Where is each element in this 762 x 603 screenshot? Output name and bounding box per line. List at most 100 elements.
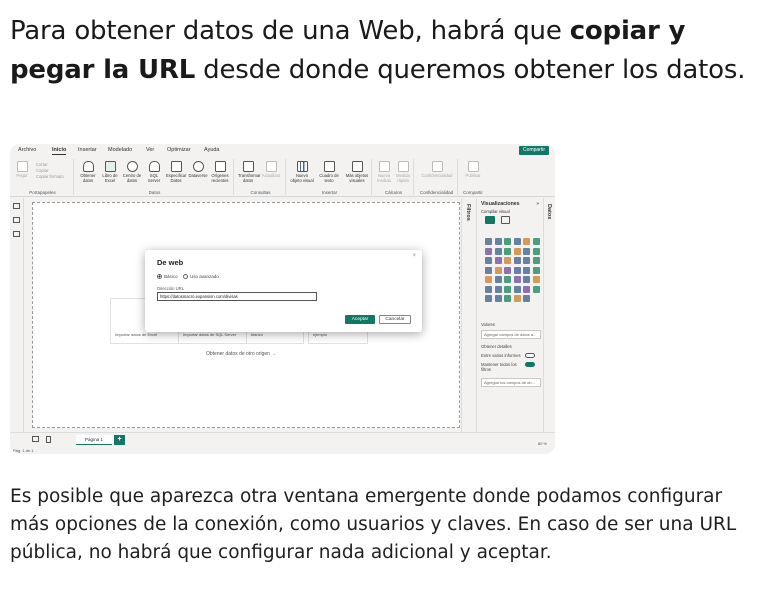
sql-server-icon [148, 161, 160, 172]
chart-icon [296, 161, 308, 172]
ribbon-group-data: Obtener datos Libro de Excel Centro de d… [76, 159, 234, 195]
transform-data-button[interactable]: Transformar datos [238, 161, 261, 183]
dataverse-button[interactable]: Dataverse [188, 161, 208, 178]
build-visual-label: Compilar visual [481, 209, 510, 214]
cross-report-label: Entre varios informes [481, 353, 521, 358]
menu-ayuda[interactable]: Ayuda [204, 147, 220, 153]
ribbon-group-sensitivity: Confidencialidad Confidencialidad [416, 159, 458, 195]
radio-basic[interactable]: Básico [157, 274, 178, 280]
page-heading: Para obtener datos de una Web, habrá que… [10, 12, 755, 90]
quick-measure-button[interactable]: Medida rápida [394, 161, 412, 183]
ribbon-group-queries: Transformar datos Actualizar Consultas [236, 159, 286, 195]
get-data-button[interactable]: Obtener datos [78, 161, 98, 183]
data-label: Datos [546, 204, 552, 220]
filters-pane[interactable]: Filtros [461, 198, 475, 432]
build-visual-icon[interactable] [485, 216, 495, 224]
url-label: Dirección URL [157, 286, 184, 291]
ribbon: Pegar Cortar Copiar Copiar formato Porta… [10, 157, 555, 197]
shield-icon [431, 161, 443, 172]
get-data-other-source-link[interactable]: Obtener datos de otro origen → [206, 351, 276, 357]
data-hub-button[interactable]: Centro de datos [122, 161, 142, 183]
more-visuals-button[interactable]: Más objetos visuales [344, 161, 370, 183]
radio-empty-icon [183, 274, 188, 280]
menu-optimizar[interactable]: Optimizar [167, 147, 191, 153]
radio-advanced[interactable]: Uso avanzado [183, 274, 219, 280]
refresh-icon [265, 161, 277, 172]
menu-ver[interactable]: Ver [146, 147, 154, 153]
values-well[interactable]: Agregar campos de datos a... [481, 330, 541, 339]
visual-types-grid[interactable] [485, 238, 543, 302]
ribbon-group-calculations: Nueva medida Medida rápida Cálculos [374, 159, 414, 195]
menu-bar: Archivo Inicio Insertar Modelado Ver Opt… [10, 144, 555, 157]
filters-label: Filtros [465, 204, 471, 221]
paste-icon [16, 161, 28, 172]
menu-archivo[interactable]: Archivo [18, 147, 36, 153]
recent-sources-icon [214, 161, 226, 172]
format-painter-button[interactable]: Copiar formato [36, 174, 64, 180]
close-icon[interactable]: × [412, 253, 416, 259]
desktop-layout-icon[interactable] [32, 436, 39, 442]
dialog-title: De web [157, 258, 184, 267]
zoom-level[interactable]: 80 % [538, 441, 547, 446]
mobile-layout-icon[interactable] [46, 436, 51, 443]
new-measure-button[interactable]: Nueva medida [375, 161, 393, 183]
ribbon-group-share: Publicar Compartir [460, 159, 486, 195]
status-bar: Página 1 + Pág. 1 de 1 80 % [10, 432, 555, 454]
sensitivity-button[interactable]: Confidencialidad [419, 161, 455, 178]
visualizations-title: Visualizaciones [481, 201, 520, 207]
keep-filters-label: Mantener todos los filtros [481, 362, 517, 372]
add-page-button[interactable]: + [114, 435, 125, 445]
page-tab[interactable]: Página 1 [76, 435, 112, 445]
measure-icon [378, 161, 390, 172]
visualizations-pane: Visualizaciones » Compilar visual Valore… [476, 198, 542, 432]
dataverse-icon [192, 161, 204, 172]
more-visuals-icon [351, 161, 363, 172]
drill-through-well[interactable]: Agregue los campos de ob... [481, 378, 541, 387]
new-visual-button[interactable]: Nuevo objeto visual [290, 161, 314, 183]
ribbon-group-clipboard: Pegar Cortar Copiar Copiar formato Porta… [12, 159, 74, 195]
table-icon [170, 161, 182, 172]
database-icon [82, 161, 94, 172]
format-visual-icon[interactable] [501, 216, 510, 224]
cancel-button[interactable]: Cancelar [379, 315, 411, 324]
view-rail [10, 198, 24, 432]
url-input[interactable]: https://datosmacro.expansion.com/divisas [157, 292, 317, 301]
share-button[interactable]: Compartir [519, 146, 549, 155]
quick-measure-icon [397, 161, 409, 172]
heading-text-1: Para obtener datos de una Web, habrá que [10, 16, 570, 46]
from-web-dialog: De web × Básico Uso avanzado Dirección U… [145, 250, 422, 332]
data-pane[interactable]: Datos [543, 198, 555, 432]
publish-icon [467, 161, 479, 172]
excel-workbook-button[interactable]: Libro de Excel [100, 161, 120, 183]
sql-server-button[interactable]: SQL Server [144, 161, 164, 183]
publish-button[interactable]: Publicar [463, 161, 483, 178]
page-info: Pág. 1 de 1 [13, 448, 34, 453]
radio-selected-icon [157, 274, 162, 280]
clipboard-actions: Cortar Copiar Copiar formato [36, 162, 64, 180]
chevron-right-icon[interactable]: » [536, 201, 539, 207]
accept-button[interactable]: Aceptar [345, 315, 375, 324]
values-label: Valores [481, 322, 495, 327]
powerbi-screenshot: Archivo Inicio Insertar Modelado Ver Opt… [10, 144, 555, 454]
heading-text-2: desde donde queremos obtener los datos. [195, 55, 746, 85]
data-hub-icon [126, 161, 138, 172]
menu-modelado[interactable]: Modelado [108, 147, 132, 153]
text-box-icon [323, 161, 335, 172]
drill-through-label: Obtener detalles [481, 344, 512, 349]
body-paragraph: Es posible que aparezca otra ventana eme… [10, 486, 737, 563]
enter-data-button[interactable]: Especificar Datos [166, 161, 186, 183]
recent-sources-button[interactable]: Orígenes recientes [210, 161, 230, 183]
transform-icon [242, 161, 254, 172]
excel-icon [104, 161, 116, 172]
keep-filters-toggle[interactable] [525, 362, 535, 367]
paste-button[interactable]: Pegar [12, 161, 32, 178]
model-view-icon[interactable] [13, 231, 20, 237]
cross-report-toggle[interactable] [525, 353, 535, 358]
ribbon-group-insert: Nuevo objeto visual Cuadro de texto Más … [288, 159, 372, 195]
table-view-icon[interactable] [13, 217, 20, 223]
refresh-button[interactable]: Actualizar [261, 161, 281, 178]
menu-insertar[interactable]: Insertar [78, 147, 97, 153]
menu-inicio[interactable]: Inicio [52, 147, 67, 155]
report-view-icon[interactable] [13, 203, 20, 209]
text-box-button[interactable]: Cuadro de texto [317, 161, 341, 183]
